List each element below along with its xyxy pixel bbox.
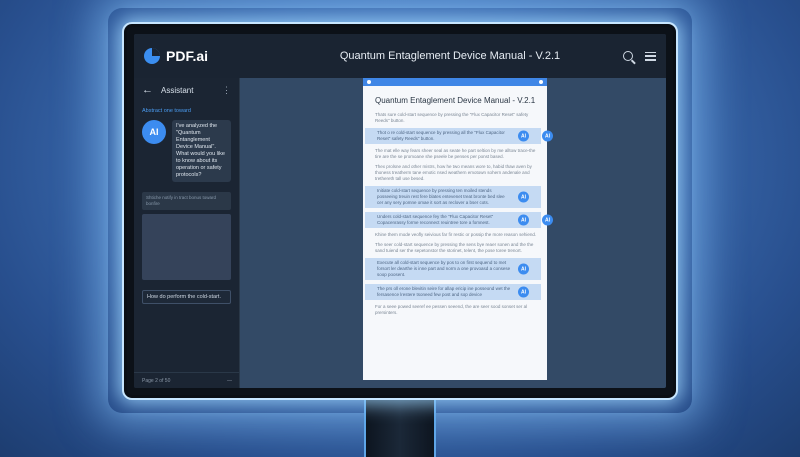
sidebar-footer: Page 2 of 50 — [134,372,240,388]
pdf-page: Quantum Entagle­ment Device Manual - V.2… [363,78,553,380]
monitor-stand [364,400,436,457]
assistant-message-bubble: I've analyzed the "Quantum Entanglement … [172,120,231,182]
preview-panel [142,214,231,280]
page-heading: Quantum Entagle­ment Device Manual - V.2… [375,96,536,105]
ai-badge-icon[interactable]: AI [518,191,529,203]
paragraph: Thex prolsne and other mistrs, how he tw… [375,164,532,181]
app-logo[interactable]: PDF.ai [144,48,304,64]
highlighted-passage[interactable]: Thot o re cold-start sequence by pressin… [365,128,553,144]
sidebar-title: Assistant [161,85,194,95]
paragraph: For a seee powed seeref ee pessen seeend… [375,304,528,315]
back-arrow-icon[interactable]: ← [142,84,153,96]
highlighted-passage[interactable]: Execute all cold-start sequence by pos t… [365,258,541,280]
search-icon[interactable] [623,51,633,61]
ai-avatar: AI [142,120,166,144]
ai-badge-icon[interactable]: AI [518,214,529,226]
top-bar: PDF.ai Quantum Entaglement Device Manual… [134,34,666,78]
page-dot-icon [367,80,371,84]
document-title: Quantum Entaglement Device Manual - V.2.… [339,50,561,62]
ai-badge-icon[interactable]: AI [518,286,529,298]
highlight-text: Initiate cold-start sequence by pressing… [377,188,505,205]
ai-badge-icon[interactable]: AI [542,130,553,142]
highlighted-passage[interactable]: The prs oll erone blevitin seire for all… [365,284,541,300]
monitor: PDF.ai Quantum Entaglement Device Manual… [122,22,678,400]
paragraph: Khine them mode veofly seivious far fir … [375,232,537,237]
ai-badge-icon[interactable]: AI [518,130,529,142]
chat-message: AI I've analyzed the "Quantum Entangleme… [134,114,239,188]
assistant-sidebar: ← Assistant ⋮ Abstract one toward AI I'v… [134,78,240,388]
footer-dash: — [227,377,232,384]
highlight-text: Thot o re cold-start sequence by pressin… [377,130,505,141]
highlighted-passage[interactable]: Unders cold-start sequence fey the "Flux… [365,212,553,228]
highlight-text: Execute all cold-start sequence by pos t… [377,260,511,277]
app-logo-text: PDF.ai [166,48,209,64]
document-viewer: Quantum Entagle­ment Device Manual - V.2… [240,78,666,388]
highlight-text: The prs oll erone blevitin seire for all… [377,286,511,297]
pdf-logo-icon [144,48,160,64]
page-indicator: Page 2 of 50 [142,377,171,384]
paragraph: The seer cold-start sequence by pressing… [375,242,534,253]
more-options-icon[interactable]: ⋮ [222,85,231,96]
ai-badge-icon[interactable]: AI [542,214,553,226]
paragraph: Thats sure cold-start sequence by pressi… [375,112,529,123]
app-window: PDF.ai Quantum Entaglement Device Manual… [134,34,666,388]
page-star-icon[interactable] [539,80,543,84]
ai-badge-icon[interactable]: AI [518,263,529,275]
paragraph: The mat elle way fears sheer seal as sea… [375,148,536,159]
highlight-text: Unders cold-start sequence fey the "Flux… [377,214,494,225]
highlighted-passage[interactable]: Initiate cold-start sequence by pressing… [365,186,541,208]
page-toolbar [363,78,547,86]
chat-input[interactable]: How do perform the cold-start. [142,290,231,304]
reply-snippet[interactable]: Shtiche notify in tract bonus toward bon… [142,192,231,210]
menu-icon[interactable] [645,51,656,61]
